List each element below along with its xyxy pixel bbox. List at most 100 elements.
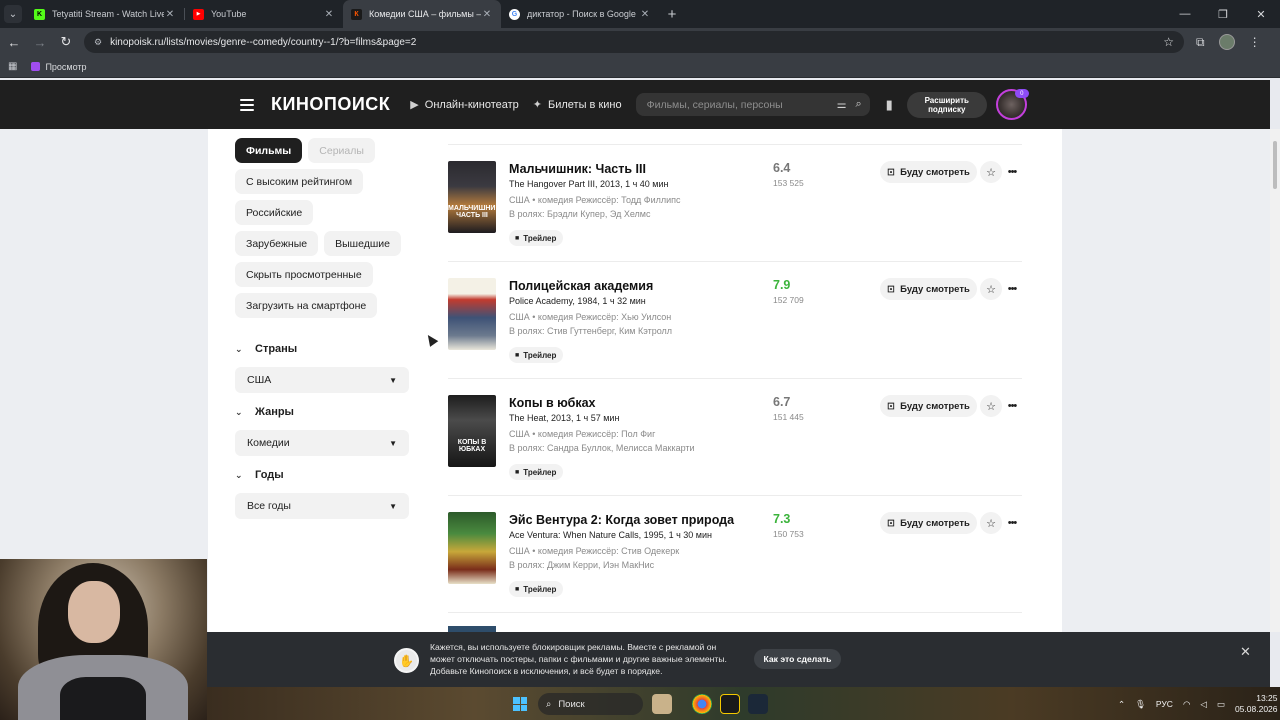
menu-kebab-icon[interactable]: ⋮ <box>1249 35 1261 49</box>
rate-star-icon[interactable]: ☆ <box>980 512 1002 534</box>
taskbar-app-icon[interactable] <box>652 694 672 714</box>
close-window-icon[interactable]: ✕ <box>1242 0 1280 28</box>
chip-series[interactable]: Сериалы <box>308 138 375 163</box>
movie-list-item[interactable]: КОПЫ В ЮБКАХ Копы в юбках The Heat, 2013… <box>448 379 1022 496</box>
watchlist-button[interactable]: ⊡ Буду смотреть <box>880 278 977 300</box>
browser-tab-kick[interactable]: K Tetyatiti Stream - Watch Live on ✕ <box>26 0 184 28</box>
movie-poster[interactable] <box>448 278 496 350</box>
movie-title[interactable]: Копы в юбках <box>509 396 596 410</box>
genre-select[interactable]: Комедии ▼ <box>235 430 409 456</box>
steam-icon[interactable] <box>748 694 768 714</box>
clock[interactable]: 13:25 05.08.2026 <box>1235 693 1278 715</box>
chip-russian[interactable]: Российские <box>235 200 314 225</box>
site-search-input[interactable]: Фильмы, сериалы, персоны ⚌ ⌕ <box>635 93 870 116</box>
close-icon[interactable]: ✕ <box>164 9 176 20</box>
wifi-icon[interactable]: ◠ <box>1183 699 1190 710</box>
bookmark-icon[interactable]: ▮ <box>886 97 893 113</box>
more-options-icon[interactable]: ••• <box>1004 395 1020 417</box>
nav-online-cinema[interactable]: ▶ Онлайн-кинотеатр <box>410 98 519 112</box>
maximize-icon[interactable]: ❐ <box>1204 0 1242 28</box>
forward-icon[interactable]: → <box>28 30 52 54</box>
nav-tickets[interactable]: ✦ Билеты в кино <box>533 98 622 112</box>
url-field[interactable]: ⚙ kinopoisk.ru/lists/movies/genre--comed… <box>84 31 1184 53</box>
more-options-icon[interactable]: ••• <box>1004 161 1020 183</box>
profile-avatar[interactable] <box>1218 34 1235 50</box>
clock-date: 05.08.2026 <box>1234 704 1278 714</box>
chip-hide-watched[interactable]: Скрыть просмотренные <box>235 262 373 287</box>
site-logo[interactable]: КИНОПОИСК <box>271 94 390 115</box>
trailer-button[interactable]: ■ Трейлер <box>509 347 564 363</box>
reload-icon[interactable]: ↻ <box>54 30 78 54</box>
taskbar-search[interactable]: ⌕ Поиск <box>538 693 643 715</box>
watchlist-button[interactable]: ⊡ Буду смотреть <box>880 161 977 183</box>
watchlist-label: Буду смотреть <box>900 400 970 412</box>
filter-toggle[interactable]: ⌄ Жанры <box>235 404 409 420</box>
new-tab-button[interactable]: + <box>659 0 685 28</box>
minimize-icon[interactable]: — <box>1166 0 1204 28</box>
extensions-icon[interactable]: ⧉ <box>1196 35 1205 50</box>
rate-star-icon[interactable]: ☆ <box>980 395 1002 417</box>
user-avatar[interactable]: 0 <box>995 89 1029 120</box>
rate-star-icon[interactable]: ☆ <box>980 278 1002 300</box>
chip-films[interactable]: Фильмы <box>235 138 303 163</box>
trailer-button[interactable]: ■ Трейлер <box>509 464 564 480</box>
close-icon[interactable]: ✕ <box>323 9 335 20</box>
volume-icon[interactable]: ◁ <box>1200 699 1207 710</box>
chip-foreign[interactable]: Зарубежные <box>235 231 319 256</box>
close-icon[interactable]: ✕ <box>1240 644 1251 660</box>
bookmark-item[interactable]: Просмотр <box>31 62 87 72</box>
hamburger-menu-icon[interactable] <box>240 98 254 111</box>
scrollbar-thumb[interactable] <box>1273 141 1277 189</box>
year-select[interactable]: Все годы ▼ <box>235 493 409 519</box>
movie-title[interactable]: Полицейская академия <box>509 279 653 293</box>
movie-poster[interactable]: МАЛЬЧИШНИК ЧАСТЬ III <box>448 161 496 233</box>
chrome-icon[interactable] <box>692 694 712 714</box>
app-icon[interactable] <box>720 694 740 714</box>
trailer-button[interactable]: ■ Трейлер <box>509 581 564 597</box>
movie-list-item[interactable]: Полицейская академия Police Academy, 198… <box>448 262 1022 379</box>
trailer-button[interactable]: ■ Трейлер <box>509 230 564 246</box>
chip-download-smartphone[interactable]: Загрузить на смартфоне <box>235 293 378 318</box>
movie-title[interactable]: Эйс Вентура 2: Когда зовет природа <box>509 513 734 527</box>
battery-icon[interactable]: ▭ <box>1217 699 1225 710</box>
how-to-button[interactable]: Как это сделать <box>754 649 841 669</box>
page-scrollbar[interactable] <box>1270 129 1280 632</box>
watchlist-label: Буду смотреть <box>900 283 970 295</box>
windows-start-icon[interactable] <box>513 697 527 711</box>
filter-toggle[interactable]: ⌄ Годы <box>235 467 409 483</box>
movie-title[interactable]: Мальчишник: Часть III <box>509 162 646 176</box>
chip-high-rating[interactable]: С высоким рейтингом <box>235 169 364 194</box>
browser-tab-google[interactable]: G диктатор - Поиск в Google ✕ <box>501 0 659 28</box>
language-indicator[interactable]: РУС <box>1156 699 1173 709</box>
back-icon[interactable]: ← <box>2 30 26 54</box>
more-options-icon[interactable]: ••• <box>1004 278 1020 300</box>
rate-star-icon[interactable]: ☆ <box>980 161 1002 183</box>
movie-votes: 151 445 <box>773 412 804 422</box>
movie-list-item-partial[interactable] <box>448 624 1022 632</box>
watchlist-button[interactable]: ⊡ Буду смотреть <box>880 512 977 534</box>
watchlist-button[interactable]: ⊡ Буду смотреть <box>880 395 977 417</box>
bookmark-star-icon[interactable]: ☆ <box>1163 35 1174 49</box>
movie-list-item[interactable]: МАЛЬЧИШНИК ЧАСТЬ III Мальчишник: Часть I… <box>448 145 1022 262</box>
filter-toggle[interactable]: ⌄ Страны <box>235 341 409 357</box>
close-icon[interactable]: ✕ <box>639 9 651 20</box>
close-icon[interactable]: ✕ <box>481 9 493 20</box>
chevron-up-icon[interactable]: ⌃ <box>1118 699 1125 710</box>
tab-search-button[interactable]: ⌄ <box>0 0 26 28</box>
more-options-icon[interactable]: ••• <box>1004 512 1020 534</box>
movie-votes: 153 525 <box>773 178 804 188</box>
upgrade-subscription-button[interactable]: Расширить подписку <box>906 91 987 118</box>
movie-poster[interactable]: КОПЫ В ЮБКАХ <box>448 395 496 467</box>
filter-countries: ⌄ Страны США ▼ <box>235 341 409 393</box>
movie-list-item[interactable]: Эйс Вентура 2: Когда зовет природа Ace V… <box>448 496 1022 613</box>
chip-released[interactable]: Вышедшие <box>324 231 401 256</box>
filter-sliders-icon[interactable]: ⚌ <box>837 98 847 111</box>
apps-grid-icon[interactable]: ▦ <box>8 61 17 72</box>
browser-tab-youtube[interactable]: ▶ YouTube ✕ <box>185 0 343 28</box>
country-select[interactable]: США ▼ <box>235 367 409 393</box>
browser-tab-kinopoisk[interactable]: К Комедии США – фильмы — Кинопоиск ✕ <box>343 0 501 28</box>
microphone-icon[interactable]: 🎙 <box>1135 699 1146 710</box>
search-icon[interactable]: ⌕ <box>855 98 861 111</box>
site-info-icon[interactable]: ⚙ <box>94 37 102 48</box>
movie-poster[interactable] <box>448 512 496 584</box>
